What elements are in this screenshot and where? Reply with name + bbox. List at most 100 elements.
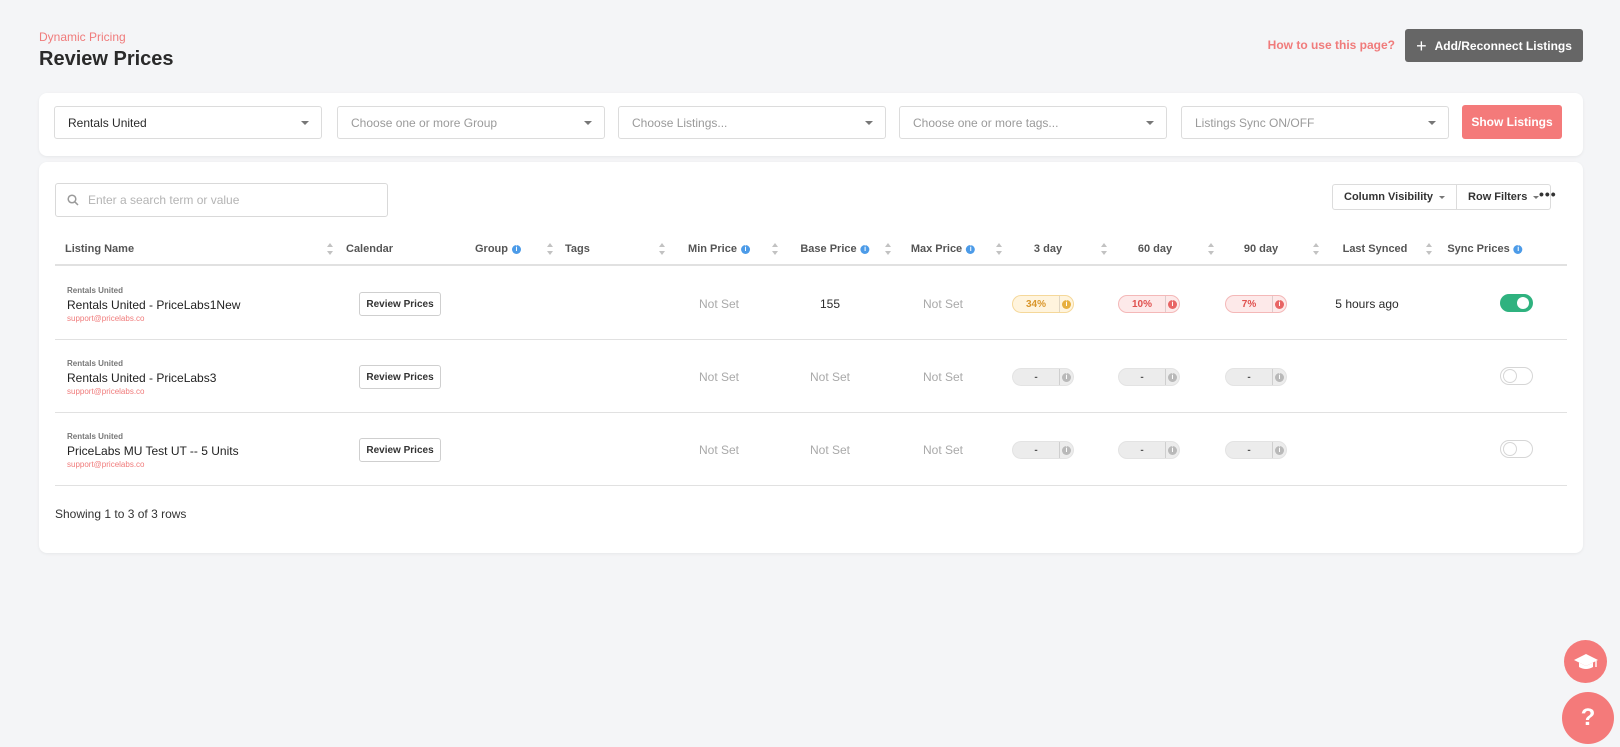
- col-3-day-label: 3 day: [1033, 243, 1063, 255]
- sync-prices-toggle[interactable]: [1500, 294, 1533, 312]
- listing-name[interactable]: Rentals United - PriceLabs3: [67, 371, 216, 385]
- min-price-value[interactable]: Not Set: [699, 370, 739, 384]
- col-90-day-label: 90 day: [1243, 243, 1279, 255]
- listing-name[interactable]: Rentals United - PriceLabs1New: [67, 298, 240, 312]
- tags-select[interactable]: Choose one or more tags...: [899, 106, 1167, 139]
- info-icon[interactable]: i: [1275, 372, 1284, 382]
- chevron-down-icon: [1439, 195, 1446, 199]
- occupancy-60-day-badge[interactable]: - i: [1118, 441, 1180, 459]
- min-price-value[interactable]: Not Set: [699, 297, 739, 311]
- col-group-label: Group: [475, 243, 508, 255]
- listings-select[interactable]: Choose Listings...: [618, 106, 886, 139]
- toggle-knob: [1504, 370, 1516, 382]
- min-price-value[interactable]: Not Set: [699, 443, 739, 457]
- page-title: Review Prices: [39, 48, 174, 70]
- col-min-price[interactable]: Min Price i: [688, 243, 750, 255]
- tutorial-button[interactable]: [1564, 640, 1607, 683]
- row-filters-label: Row Filters: [1468, 191, 1528, 203]
- more-options-icon[interactable]: •••: [1539, 186, 1557, 202]
- col-max-price[interactable]: Max Price i: [911, 243, 976, 255]
- occupancy-90-day-value: -: [1247, 444, 1251, 456]
- col-90-day[interactable]: 90 day: [1244, 243, 1278, 255]
- col-base-price-label: Base Price: [800, 243, 857, 255]
- table-tools: Column Visibility Row Filters: [1332, 184, 1552, 210]
- info-icon[interactable]: i: [1513, 244, 1523, 254]
- row-filters-button[interactable]: Row Filters: [1456, 185, 1550, 209]
- show-listings-button[interactable]: Show Listings: [1462, 105, 1562, 139]
- review-prices-button[interactable]: Review Prices: [359, 365, 441, 389]
- sync-select[interactable]: Listings Sync ON/OFF: [1181, 106, 1449, 139]
- sort-icon[interactable]: [996, 242, 1002, 256]
- base-price-value[interactable]: Not Set: [810, 443, 850, 457]
- toggle-knob: [1504, 443, 1516, 455]
- graduation-cap-icon: [1573, 653, 1598, 669]
- listing-name[interactable]: PriceLabs MU Test UT -- 5 Units: [67, 444, 239, 458]
- occupancy-60-day-badge[interactable]: 10% i: [1118, 295, 1180, 313]
- info-icon[interactable]: i: [1062, 445, 1071, 455]
- sync-prices-toggle[interactable]: [1500, 440, 1533, 458]
- sort-icon[interactable]: [547, 242, 553, 256]
- occupancy-60-day-badge[interactable]: - i: [1118, 368, 1180, 386]
- col-base-price[interactable]: Base Price i: [800, 243, 870, 255]
- occupancy-90-day-badge[interactable]: 7% i: [1225, 295, 1287, 313]
- review-prices-button[interactable]: Review Prices: [359, 438, 441, 462]
- info-icon[interactable]: i: [966, 244, 976, 254]
- occupancy-3-day-badge[interactable]: 34% i: [1012, 295, 1074, 313]
- how-to-link[interactable]: How to use this page?: [1268, 38, 1395, 52]
- occupancy-90-day-value: -: [1247, 371, 1251, 383]
- base-price-value[interactable]: Not Set: [810, 370, 850, 384]
- max-price-value[interactable]: Not Set: [923, 443, 963, 457]
- search-box[interactable]: [55, 183, 388, 217]
- info-icon[interactable]: i: [1275, 445, 1284, 455]
- info-icon[interactable]: i: [1168, 445, 1177, 455]
- sync-select-placeholder: Listings Sync ON/OFF: [1195, 115, 1315, 130]
- occupancy-90-day-badge[interactable]: - i: [1225, 441, 1287, 459]
- col-listing-name[interactable]: Listing Name: [65, 243, 134, 255]
- base-price-value[interactable]: 155: [820, 297, 840, 311]
- question-icon: ?: [1580, 704, 1596, 731]
- table-row: Rentals United PriceLabs MU Test UT -- 5…: [55, 414, 1567, 486]
- sort-icon[interactable]: [1208, 242, 1214, 256]
- max-price-value[interactable]: Not Set: [923, 297, 963, 311]
- sort-icon[interactable]: [885, 242, 891, 256]
- sort-icon[interactable]: [1313, 242, 1319, 256]
- info-icon[interactable]: i: [1275, 299, 1284, 309]
- occupancy-60-day-value: 10%: [1131, 298, 1152, 310]
- max-price-value[interactable]: Not Set: [923, 370, 963, 384]
- info-icon[interactable]: i: [1062, 299, 1071, 309]
- col-60-day[interactable]: 60 day: [1138, 243, 1172, 255]
- sort-icon[interactable]: [327, 242, 333, 256]
- info-icon[interactable]: i: [1168, 299, 1177, 309]
- info-icon[interactable]: i: [512, 244, 521, 254]
- group-select[interactable]: Choose one or more Group: [337, 106, 605, 139]
- listing-email: support@pricelabs.co: [67, 460, 145, 469]
- sort-icon[interactable]: [772, 242, 778, 256]
- info-icon[interactable]: i: [1168, 372, 1177, 382]
- search-input[interactable]: [88, 193, 368, 207]
- col-3-day[interactable]: 3 day: [1034, 243, 1062, 255]
- pms-select[interactable]: Rentals United: [54, 106, 322, 139]
- occupancy-90-day-badge[interactable]: - i: [1225, 368, 1287, 386]
- column-visibility-label: Column Visibility: [1344, 191, 1434, 203]
- column-visibility-button[interactable]: Column Visibility: [1333, 185, 1456, 209]
- col-last-synced[interactable]: Last Synced: [1343, 243, 1408, 255]
- review-prices-button[interactable]: Review Prices: [359, 292, 441, 316]
- info-icon[interactable]: i: [740, 244, 750, 254]
- info-icon[interactable]: i: [1062, 372, 1071, 382]
- breadcrumb[interactable]: Dynamic Pricing: [39, 30, 126, 44]
- add-reconnect-listings-button[interactable]: + Add/Reconnect Listings: [1405, 29, 1583, 62]
- sort-icon[interactable]: [1426, 242, 1432, 256]
- col-group[interactable]: Group i: [475, 243, 521, 255]
- occupancy-3-day-badge[interactable]: - i: [1012, 368, 1074, 386]
- table-row: Rentals United Rentals United - PriceLab…: [55, 268, 1567, 340]
- listing-email: support@pricelabs.co: [67, 387, 145, 396]
- sort-icon[interactable]: [1101, 242, 1107, 256]
- info-icon[interactable]: i: [860, 244, 870, 254]
- table-row: Rentals United Rentals United - PriceLab…: [55, 341, 1567, 413]
- help-button[interactable]: ?: [1562, 692, 1614, 744]
- sync-prices-toggle[interactable]: [1500, 367, 1533, 385]
- occupancy-3-day-badge[interactable]: - i: [1012, 441, 1074, 459]
- sort-icon[interactable]: [659, 242, 665, 256]
- occupancy-3-day-value: -: [1034, 371, 1038, 383]
- col-tags[interactable]: Tags: [565, 243, 590, 255]
